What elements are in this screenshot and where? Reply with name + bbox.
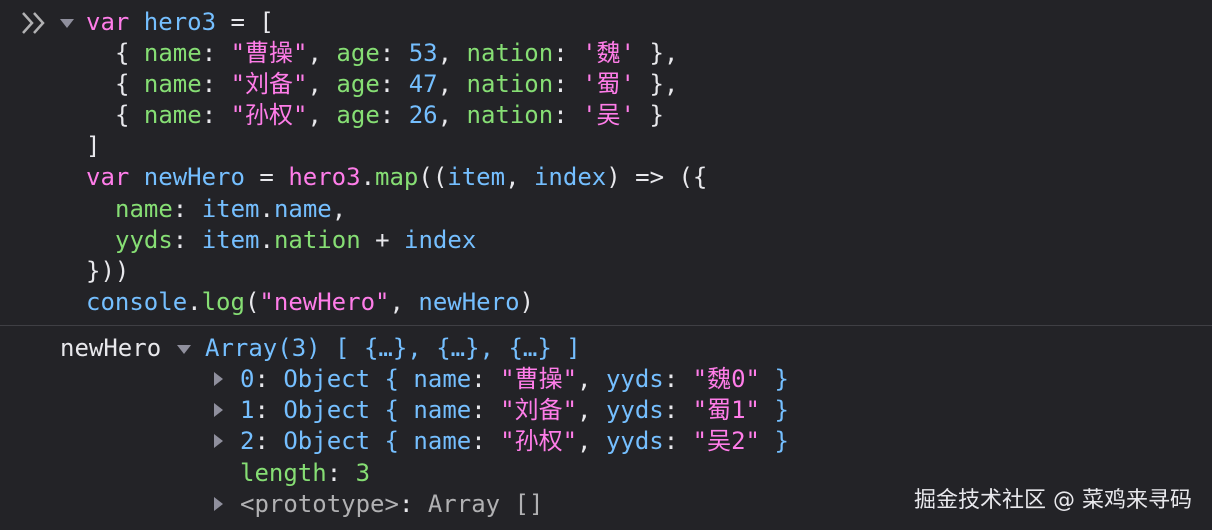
console-prompt-icon (22, 12, 45, 34)
array-summary[interactable]: Array(3) [ {…}, {…}, {…} ] (205, 333, 581, 364)
expand-item-icon[interactable] (214, 434, 223, 448)
code-line-8: yyds: item.nation + index (115, 226, 477, 254)
code-line-object-1: { name: "刘备", age: 47, nation: '蜀' }, (115, 70, 679, 98)
code-line-object-0: { name: "曹操", age: 53, nation: '魏' }, (115, 39, 679, 67)
code-line-7: name: item.name, (115, 195, 347, 223)
code-line-1: var hero3 = [ (86, 8, 274, 36)
collapse-input-icon[interactable] (60, 19, 74, 28)
code-line-10: console.log("newHero", newHero) (86, 288, 534, 316)
input-output-divider (0, 325, 1212, 326)
output-label: newHero (60, 334, 162, 362)
code-line-6: var newHero = hero3.map((item, index) =>… (86, 163, 708, 191)
expand-item-icon[interactable] (214, 372, 223, 386)
watermark: 掘金技术社区 @ 菜鸡来寻码 (914, 488, 1192, 513)
prototype-row[interactable]: <prototype>: Array [] (240, 489, 543, 520)
code-line-5: ] (86, 132, 101, 160)
code-line-9: })) (86, 257, 130, 285)
expand-item-icon[interactable] (214, 403, 223, 417)
array-item-row[interactable]: 2: Object { name: "孙权", yyds: "吴2" } (240, 426, 789, 457)
code-line-object-2: { name: "孙权", age: 26, nation: '吴' } (115, 101, 664, 129)
length-row: length: 3 (240, 459, 371, 487)
array-item-row[interactable]: 1: Object { name: "刘备", yyds: "蜀1" } (240, 395, 789, 426)
collapse-array-icon[interactable] (177, 345, 191, 354)
array-item-row[interactable]: 0: Object { name: "曹操", yyds: "魏0" } (240, 364, 789, 395)
expand-prototype-icon[interactable] (214, 497, 223, 511)
